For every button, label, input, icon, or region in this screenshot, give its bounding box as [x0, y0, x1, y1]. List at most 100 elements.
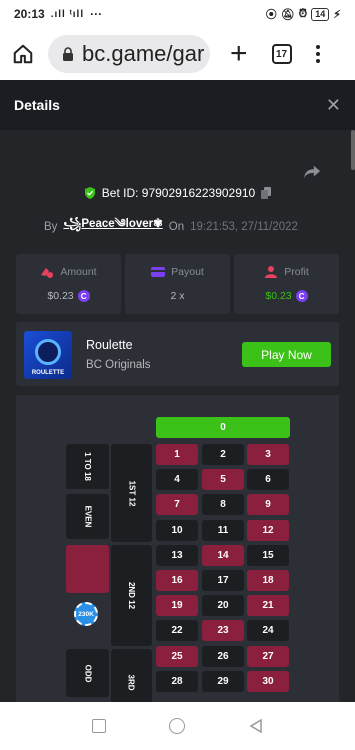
home-nav-icon[interactable]: [168, 718, 185, 734]
bet-1-to-18-label: 1 TO 18: [82, 452, 92, 481]
cell-19: 19: [156, 595, 198, 617]
signal-icon: .ıll ᵗıll: [50, 8, 85, 20]
mute-icon: 🔕︎: [280, 8, 295, 21]
cell-25: 25: [156, 645, 198, 667]
tab-switcher-button[interactable]: 17: [271, 44, 292, 64]
cell-26: 26: [202, 645, 244, 667]
cell-15: 15: [247, 544, 289, 566]
scrollbar[interactable]: [351, 130, 355, 170]
address-bar[interactable]: bc.game/gar: [48, 35, 210, 73]
roulette-wheel-icon: [35, 339, 61, 365]
back-icon[interactable]: [248, 718, 264, 734]
bet-second-dozen: 2ND 12: [111, 545, 152, 646]
cell-9: 9: [247, 494, 289, 516]
by-label: By: [44, 220, 58, 233]
charging-icon: ⚡︎: [333, 8, 341, 21]
cell-16: 16: [156, 570, 198, 591]
bet-timestamp: 19:21:53, 27/11/2022: [190, 220, 298, 233]
cell-20: 20: [202, 595, 244, 617]
cell-1: 1: [156, 444, 198, 465]
game-provider: BC Originals: [86, 359, 151, 371]
thumbnail-label: ROULETTE: [31, 370, 65, 376]
bet-byline: By ꧁Peace༄lover✾ On 19:21:53, 27/11/2022: [44, 210, 298, 243]
bet-details-content[interactable]: Bet ID: 97902916223902910 By ꧁Peace༄love…: [0, 130, 355, 702]
bet-second-dozen-label: 2ND 12: [127, 581, 136, 610]
bet-even-label: EVEN: [82, 505, 92, 528]
bet-first-dozen: 1ST 12: [111, 444, 152, 542]
cell-6: 6: [247, 469, 289, 491]
cell-5: 5: [202, 469, 244, 491]
status-time: 20:13: [14, 7, 45, 21]
cell-22: 22: [156, 620, 198, 642]
on-label: On: [168, 220, 185, 233]
bet-stats: Amount $0.23 C Payout 2 x Profit $0.23 C: [16, 254, 339, 314]
coin-icon: C: [295, 290, 308, 302]
bet-odd-label: ODD: [83, 664, 92, 682]
alarm-icon: ⏰︎: [298, 7, 308, 20]
close-icon[interactable]: ✕: [326, 95, 341, 116]
url-text: bc.game/gar: [82, 41, 205, 66]
status-bar: 20:13 .ıll ᵗıll ··· ⦿ 🔕︎ ⏰︎ 14 ⚡︎: [0, 0, 355, 28]
stat-profit: Profit $0.23 C: [234, 254, 339, 314]
system-nav-bar: [0, 702, 355, 750]
cell-4: 4: [156, 469, 198, 491]
bet-id: Bet ID: 97902916223902910: [101, 186, 256, 200]
bet-1-to-18: 1 TO 18: [66, 444, 109, 489]
bet-id-row: Bet ID: 97902916223902910: [0, 186, 355, 200]
more-notifications-icon: ···: [90, 7, 103, 21]
recents-icon[interactable]: [91, 719, 106, 733]
amount-value: $0.23: [47, 290, 74, 302]
coin-icon: C: [77, 290, 90, 302]
new-tab-button[interactable]: +: [230, 39, 248, 69]
lock-icon: [63, 47, 73, 61]
battery-icon: 14: [311, 7, 330, 21]
profit-icon: [265, 266, 278, 278]
cell-28: 28: [156, 670, 198, 692]
cell-7: 7: [156, 494, 198, 516]
share-icon[interactable]: [303, 163, 321, 181]
bet-third-dozen: 3RD: [111, 649, 152, 702]
payout-icon: [151, 267, 166, 277]
cell-30: 30: [247, 670, 289, 692]
bet-third-dozen-label: 3RD: [126, 673, 136, 691]
bet-odd: ODD: [66, 649, 109, 697]
home-icon[interactable]: [12, 43, 34, 65]
cell-11: 11: [202, 519, 244, 541]
cell-0: 0: [156, 417, 290, 438]
cell-21: 21: [247, 595, 289, 617]
browser-menu-button[interactable]: [315, 45, 320, 63]
cell-23: 23: [202, 620, 244, 642]
cell-14: 14: [202, 544, 244, 566]
payout-label: Payout: [171, 266, 204, 278]
stat-payout: Payout 2 x: [125, 254, 230, 314]
stat-amount: Amount $0.23 C: [16, 254, 121, 314]
amount-label: Amount: [60, 266, 97, 278]
cell-2: 2: [202, 444, 244, 465]
cell-8: 8: [202, 494, 244, 516]
verified-shield-icon: [84, 187, 95, 199]
game-card: ROULETTE Roulette BC Originals Play Now: [16, 322, 339, 386]
bet-first-dozen-label: 1ST 12: [126, 480, 136, 506]
page-title: Details: [14, 97, 60, 113]
roulette-thumbnail[interactable]: ROULETTE: [24, 331, 72, 379]
bet-chip: 230K: [74, 602, 98, 626]
roulette-board: 0 1 TO 18 EVEN 230K ODD 1ST 12 2ND 12 3R…: [16, 395, 339, 702]
username-link[interactable]: ꧁Peace༄lover✾: [63, 210, 162, 243]
game-name: Roulette: [86, 338, 133, 352]
nfc-icon: ⦿: [265, 9, 277, 21]
cell-12: 12: [247, 519, 289, 541]
play-now-button[interactable]: Play Now: [242, 342, 331, 367]
copy-icon[interactable]: [261, 187, 272, 199]
cell-29: 29: [202, 670, 244, 692]
cell-10: 10: [156, 519, 198, 541]
payout-value: 2 x: [170, 290, 185, 302]
browser-toolbar: bc.game/gar + 17: [0, 28, 355, 80]
profit-label: Profit: [284, 266, 309, 278]
cell-17: 17: [202, 570, 244, 591]
cell-24: 24: [247, 620, 289, 642]
bet-red: [66, 545, 109, 593]
cell-3: 3: [247, 444, 289, 465]
details-header: Details ✕: [0, 80, 355, 130]
cell-27: 27: [247, 645, 289, 667]
cell-18: 18: [247, 570, 289, 591]
